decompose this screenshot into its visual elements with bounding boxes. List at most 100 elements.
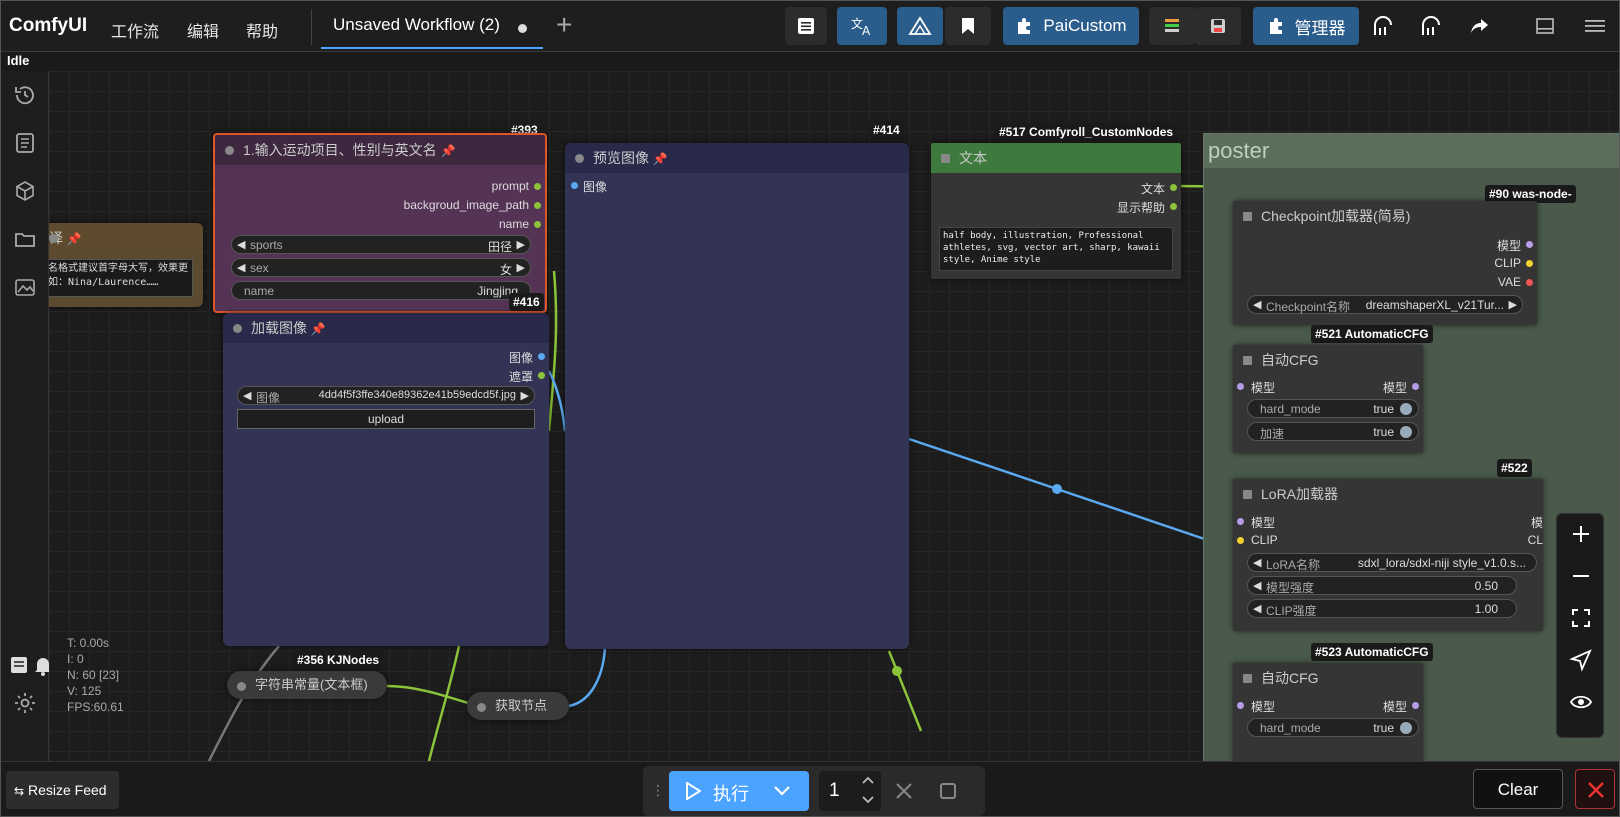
output-model[interactable]: 模型: [1383, 379, 1407, 396]
hamburger-menu-button[interactable]: [1573, 7, 1617, 45]
lora-name-combo[interactable]: ◀ LoRA名称 sdxl_lora/sdxl-niji style_v1.0.s.…: [1247, 553, 1537, 572]
output-name[interactable]: name: [499, 217, 529, 231]
output-vae-dot[interactable]: [1526, 279, 1533, 286]
crystools-button[interactable]: [897, 7, 943, 45]
output-clip[interactable]: CLIP: [1494, 256, 1521, 270]
eye-icon[interactable]: [1569, 690, 1593, 714]
input-model-dot[interactable]: [1237, 702, 1244, 709]
model-alt-button[interactable]: [1409, 7, 1453, 45]
close-panel-button[interactable]: [1575, 769, 1615, 809]
output-image-dot[interactable]: [538, 353, 545, 360]
arrow-right-icon[interactable]: ▶: [521, 389, 529, 402]
toggle-knob[interactable]: [1400, 722, 1412, 734]
fit-view-icon[interactable]: [1569, 606, 1593, 630]
output-show-help[interactable]: 显示帮助: [1117, 199, 1165, 216]
pai-custom-button[interactable]: PaiCustom: [1003, 7, 1139, 45]
output-model-truncated[interactable]: 模: [1531, 514, 1543, 531]
node-preview-image[interactable]: 预览图像 📌 图像: [565, 143, 909, 649]
resize-feed-button[interactable]: ⇆ Resize Feed: [6, 771, 119, 809]
manager-button[interactable]: 管理器: [1253, 7, 1359, 45]
run-button[interactable]: 执行: [669, 771, 809, 811]
image-combo[interactable]: ◀ 图像 4dd4f5f3ffe340e89362e41b59edcd5f.jpg ▶: [237, 386, 535, 405]
node-library-icon[interactable]: [13, 131, 37, 155]
output-mask[interactable]: 遮罩: [509, 368, 533, 385]
arrow-left-icon[interactable]: ◀: [1253, 602, 1261, 615]
output-show-help-dot[interactable]: [1170, 203, 1177, 210]
upload-button[interactable]: upload: [237, 409, 535, 429]
batch-count-value[interactable]: 1: [829, 780, 840, 802]
batch-count-stepper[interactable]: 1: [819, 771, 881, 811]
node-checkpoint-loader[interactable]: Checkpoint加载器(简易) 模型 CLIP VAE ◀ Checkpoin…: [1233, 201, 1537, 325]
input-image[interactable]: 图像: [583, 178, 607, 195]
clip-strength-slider[interactable]: ◀ CLIP强度 1.00: [1247, 599, 1517, 618]
menu-help[interactable]: 帮助: [246, 18, 278, 42]
node-auto-cfg-523[interactable]: 自动CFG 模型 模型 hard_mode true: [1233, 663, 1423, 761]
output-mask-dot[interactable]: [538, 372, 545, 379]
workflows-folder-icon[interactable]: [13, 227, 37, 251]
node-load-image[interactable]: 加载图像 📌 图像 遮罩 ◀ 图像 4dd4f5f3ffe340e89362e41b…: [223, 313, 549, 646]
history-icon[interactable]: [13, 83, 37, 107]
input-model-dot[interactable]: [1237, 383, 1244, 390]
output-model-dot[interactable]: [1412, 383, 1419, 390]
input-clip[interactable]: CLIP: [1251, 533, 1278, 547]
gear-icon[interactable]: [13, 691, 37, 715]
input-model[interactable]: 模型: [1251, 514, 1275, 531]
arrow-left-icon[interactable]: ◀: [1253, 298, 1261, 311]
note-textarea[interactable]: 名格式建议首字母大写，效果更 如：Nina/Laurence……: [49, 259, 193, 297]
input-image-dot[interactable]: [571, 182, 578, 189]
output-model[interactable]: 模型: [1497, 237, 1521, 254]
node-lora-loader[interactable]: LoRA加载器 模型 CLIP 模 CL ◀ LoRA名称 sdxl_lora/sd…: [1233, 479, 1543, 631]
hard-mode-toggle[interactable]: hard_mode true: [1247, 399, 1419, 418]
zoom-out-icon[interactable]: [1569, 564, 1593, 588]
node-auto-cfg-521[interactable]: 自动CFG 模型 模型 hard_mode true 加速 true: [1233, 345, 1423, 453]
arrow-left-icon[interactable]: ◀: [1253, 579, 1261, 592]
output-vae[interactable]: VAE: [1498, 275, 1521, 289]
arrow-left-icon[interactable]: ◀: [1253, 556, 1261, 569]
chevron-up-icon[interactable]: [861, 775, 875, 785]
sex-combo[interactable]: ◀ sex 女 ▶: [231, 258, 531, 277]
panel-toggle-button[interactable]: [1523, 7, 1567, 45]
output-bg-path-dot[interactable]: [534, 202, 541, 209]
notes-icon[interactable]: [7, 653, 31, 677]
chevron-down-icon[interactable]: [773, 785, 791, 797]
checkpoint-combo[interactable]: ◀ Checkpoint名称 dreamshaperXL_v21Tur... ▶: [1247, 295, 1523, 314]
cancel-icon[interactable]: [895, 782, 913, 800]
output-image[interactable]: 图像: [509, 349, 533, 366]
input-model-dot[interactable]: [1237, 518, 1244, 525]
output-clip-truncated[interactable]: CL: [1528, 533, 1543, 547]
stop-icon[interactable]: [939, 782, 957, 800]
node-canvas[interactable]: 译 📌 名格式建议首字母大写，效果更 如：Nina/Laurence…… #39…: [49, 71, 1619, 761]
output-text[interactable]: 文本: [1141, 180, 1165, 197]
output-model-dot[interactable]: [1526, 241, 1533, 248]
toggle-knob[interactable]: [1400, 403, 1412, 415]
text-prompt-area[interactable]: half body, illustration, Professional at…: [939, 227, 1173, 271]
drag-handle-icon[interactable]: ⋮: [651, 782, 665, 799]
output-prompt-dot[interactable]: [534, 183, 541, 190]
input-model[interactable]: 模型: [1251, 698, 1275, 715]
layers-button[interactable]: [1149, 7, 1195, 45]
model-button[interactable]: [1361, 7, 1405, 45]
output-model[interactable]: 模型: [1383, 698, 1407, 715]
node-input-sports[interactable]: 1.输入运动项目、性别与英文名 📌 prompt backgroud_image…: [213, 133, 547, 313]
name-text-widget[interactable]: name Jingjing: [231, 281, 531, 300]
arrow-right-icon[interactable]: ▶: [517, 261, 525, 274]
select-mode-icon[interactable]: [1569, 648, 1593, 672]
menu-workflow[interactable]: 工作流: [111, 18, 159, 42]
model-strength-slider[interactable]: ◀ 模型强度 0.50: [1247, 576, 1517, 595]
output-text-dot[interactable]: [1170, 184, 1177, 191]
clear-button[interactable]: Clear: [1473, 769, 1563, 809]
sports-combo[interactable]: ◀ sports 田径 ▶: [231, 235, 531, 254]
node-get-node[interactable]: 获取节点: [467, 692, 569, 720]
node-text[interactable]: 文本 文本 显示帮助 half body, illustration, Prof…: [931, 143, 1181, 279]
speedup-toggle[interactable]: 加速 true: [1247, 422, 1419, 441]
translate-button[interactable]: 文A: [837, 7, 887, 45]
output-clip-dot[interactable]: [1526, 260, 1533, 267]
output-name-dot[interactable]: [534, 221, 541, 228]
arrow-right-icon[interactable]: ▶: [517, 238, 525, 251]
bookmark-button[interactable]: [945, 7, 991, 45]
tab-workflow[interactable]: Unsaved Workflow (2): [321, 5, 543, 49]
node-string-constant[interactable]: 字符串常量(文本框): [227, 671, 387, 699]
output-prompt[interactable]: prompt: [492, 179, 529, 193]
output-model-dot[interactable]: [1412, 702, 1419, 709]
unsaved-dot-icon[interactable]: [518, 24, 527, 33]
